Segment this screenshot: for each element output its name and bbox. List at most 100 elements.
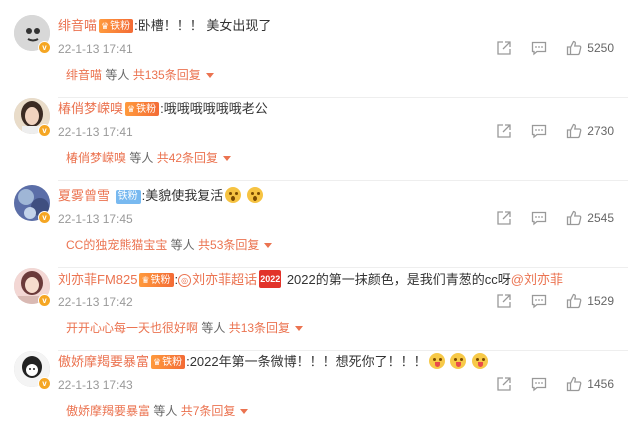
comment-item: v 夏雾曾雪 铁粉:美貌使我复活 22-1-13 17:45 2545 CC的独…: [0, 185, 628, 268]
like-count: 2730: [587, 124, 614, 138]
comment-button[interactable]: [531, 40, 547, 56]
chevron-down-icon: [240, 409, 249, 414]
comment-list: v 绯音喵 ♛铁粉:卧槽！！！ 美女出现了 22-1-13 17:41 5250 …: [0, 0, 628, 441]
like-button[interactable]: 1529: [566, 293, 614, 309]
share-icon: [497, 211, 511, 225]
comment-actions: 2545: [496, 209, 614, 227]
chevron-down-icon: [223, 156, 232, 161]
username[interactable]: 傲娇摩羯要暴富: [58, 354, 149, 369]
comment-actions: 5250: [496, 39, 614, 57]
verified-badge-icon: v: [38, 41, 51, 54]
like-button[interactable]: 2545: [566, 210, 614, 226]
chevron-down-icon: [205, 73, 214, 78]
comment-text: :卧槽！！！ 美女出现了: [134, 18, 272, 33]
reply-summary[interactable]: 开开心心每一天也很好啊 等人 共13条回复: [66, 320, 304, 336]
fan-badge: ♛铁粉: [151, 355, 186, 369]
comment-item: v 傲娇摩羯要暴富 ♛铁粉:2022年第一条微博！！！想死你了！！！ 22-1-1…: [0, 351, 628, 434]
timestamp: 22-1-13 17:42: [58, 295, 133, 309]
verified-badge-icon: v: [38, 124, 51, 137]
thumbs-up-icon: [567, 293, 582, 309]
timestamp: 22-1-13 17:43: [58, 378, 133, 392]
share-button[interactable]: [496, 293, 512, 309]
reply-count[interactable]: 共42条回复: [157, 151, 218, 165]
thumbs-up-icon: [567, 123, 582, 139]
timestamp: 22-1-13 17:41: [58, 125, 133, 139]
crown-icon: ♛: [127, 104, 136, 114]
verified-badge-icon: v: [38, 377, 51, 390]
comment-button[interactable]: [531, 293, 547, 309]
comment-text: 2022的第一抹颜色，是我们青葱的cc呀: [283, 272, 511, 287]
mention-link[interactable]: @刘亦菲: [511, 272, 563, 287]
share-button[interactable]: [496, 210, 512, 226]
share-button[interactable]: [496, 123, 512, 139]
tongue-emoji-icon: [471, 353, 488, 369]
comment-icon: [532, 211, 547, 226]
comment-icon: [532, 41, 547, 56]
like-count: 1456: [587, 377, 614, 391]
comment-icon: [532, 124, 547, 139]
share-button[interactable]: [496, 376, 512, 392]
comment-button[interactable]: [531, 376, 547, 392]
reply-user[interactable]: CC的独宠熊猫宝宝: [66, 238, 167, 252]
username[interactable]: 椿俏梦嵘嗅: [58, 101, 123, 116]
comment-actions: 1529: [496, 292, 614, 310]
reply-count[interactable]: 共7条回复: [181, 404, 236, 418]
like-button[interactable]: 1456: [566, 376, 614, 392]
share-icon: [497, 41, 511, 55]
share-button[interactable]: [496, 40, 512, 56]
reply-count[interactable]: 共135条回复: [133, 68, 201, 82]
thumbs-up-icon: [567, 376, 582, 392]
username[interactable]: 刘亦菲FM825: [58, 272, 137, 287]
reply-user[interactable]: 傲娇摩羯要暴富: [66, 404, 150, 418]
hashtag-link[interactable]: 刘亦菲超话: [192, 272, 257, 287]
timestamp: 22-1-13 17:45: [58, 212, 133, 226]
reply-user[interactable]: 椿俏梦嵘嗅: [66, 151, 126, 165]
reply-count[interactable]: 共13条回复: [229, 321, 290, 335]
comment-actions: 1456: [496, 375, 614, 393]
username[interactable]: 绯音喵: [58, 18, 97, 33]
reply-count[interactable]: 共53条回复: [198, 238, 259, 252]
like-count: 1529: [587, 294, 614, 308]
share-icon: [497, 294, 511, 308]
timestamp: 22-1-13 17:41: [58, 42, 133, 56]
like-button[interactable]: 2730: [566, 123, 614, 139]
badge-2022: 2022: [259, 270, 282, 288]
comment-item: v 绯音喵 ♛铁粉:卧槽！！！ 美女出现了 22-1-13 17:41 5250 …: [0, 15, 628, 98]
comment-button[interactable]: [531, 210, 547, 226]
comment-item: v 椿俏梦嵘嗅 ♛铁粉:哦哦哦哦哦哦老公 22-1-13 17:41 2730 椿…: [0, 98, 628, 181]
chevron-down-icon: [264, 243, 273, 248]
crown-icon: ♛: [101, 21, 110, 31]
thumbs-up-icon: [567, 40, 582, 56]
tongue-emoji-icon: [450, 353, 467, 369]
fan-badge: ♛铁粉: [125, 102, 160, 116]
verified-badge-icon: v: [38, 294, 51, 307]
comment-text: :美貌使我复活: [141, 188, 224, 203]
username[interactable]: 夏雾曾雪: [58, 188, 110, 203]
reply-user[interactable]: 开开心心每一天也很好啊: [66, 321, 198, 335]
comment-actions: 2730: [496, 122, 614, 140]
fan-badge: ♛铁粉: [139, 273, 174, 287]
divider: [58, 180, 628, 181]
crown-icon: ♛: [153, 357, 162, 367]
verified-badge-icon: v: [38, 211, 51, 224]
hashtag-icon: ◎: [178, 274, 192, 287]
shocked-emoji-icon: [246, 187, 263, 203]
like-count: 5250: [587, 41, 614, 55]
reply-summary[interactable]: 绯音喵 等人 共135条回复: [66, 67, 214, 83]
reply-summary[interactable]: CC的独宠熊猫宝宝 等人 共53条回复: [66, 237, 273, 253]
shocked-emoji-icon: [225, 187, 242, 203]
thumbs-up-icon: [567, 210, 582, 226]
reply-user[interactable]: 绯音喵: [66, 68, 102, 82]
comment-button[interactable]: [531, 123, 547, 139]
comment-item: v 刘亦菲FM825 ♛铁粉: ◎ 刘亦菲超话 2022 2022的第一抹颜色，是我们青…: [0, 268, 628, 351]
reply-summary[interactable]: 傲娇摩羯要暴富 等人 共7条回复: [66, 403, 249, 419]
crown-icon: ♛: [141, 275, 150, 285]
comment-icon: [532, 294, 547, 309]
chevron-down-icon: [295, 326, 304, 331]
reply-summary[interactable]: 椿俏梦嵘嗅 等人 共42条回复: [66, 150, 232, 166]
comment-text: :哦哦哦哦哦哦老公: [160, 101, 268, 116]
fan-badge: 铁粉: [115, 190, 141, 204]
comment-icon: [532, 377, 547, 392]
fan-badge: ♛铁粉: [99, 19, 134, 33]
like-button[interactable]: 5250: [566, 40, 614, 56]
